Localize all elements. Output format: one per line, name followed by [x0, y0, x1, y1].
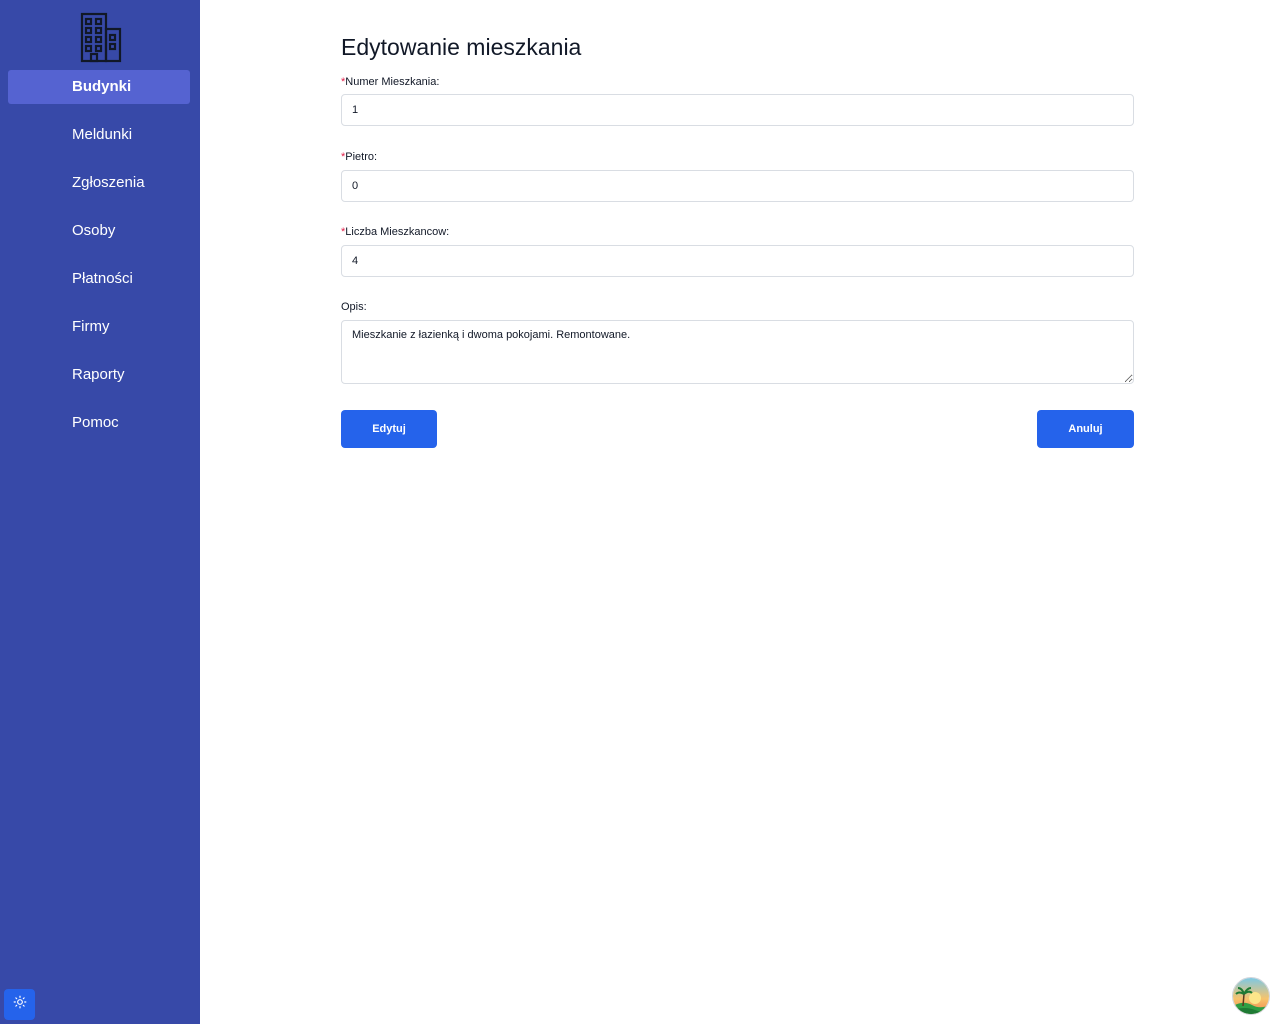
theme-toggle-button[interactable]: [4, 989, 35, 1020]
cancel-button[interactable]: Anuluj: [1037, 410, 1134, 448]
sidebar-item-firmy[interactable]: Firmy: [8, 310, 190, 344]
opis-label: Opis:: [341, 301, 367, 313]
sidebar-item-osoby[interactable]: Osoby: [8, 214, 190, 248]
sidebar-nav: Budynki Meldunki Zgłoszenia Osoby Płatno…: [8, 70, 190, 454]
building-icon[interactable]: [76, 11, 124, 63]
opis-textarea[interactable]: Mieszkanie z łazienką i dwoma pokojami. …: [341, 320, 1134, 384]
sidebar-item-budynki[interactable]: Budynki: [8, 70, 190, 104]
sidebar-item-meldunki[interactable]: Meldunki: [8, 118, 190, 152]
numer-mieszkania-input[interactable]: [341, 94, 1134, 126]
user-avatar-icon[interactable]: [1232, 977, 1270, 1015]
sidebar-item-platnosci[interactable]: Płatności: [8, 262, 190, 296]
pietro-input[interactable]: [341, 170, 1134, 202]
sidebar: Budynki Meldunki Zgłoszenia Osoby Płatno…: [0, 0, 200, 1024]
liczba-mieszkancow-label: *Liczba Mieszkancow:: [341, 226, 450, 238]
sidebar-item-pomoc[interactable]: Pomoc: [8, 406, 190, 440]
sidebar-item-zgloszenia[interactable]: Zgłoszenia: [8, 166, 190, 200]
numer-mieszkania-label: *Numer Mieszkania:: [341, 76, 440, 88]
pietro-label: *Pietro:: [341, 151, 378, 163]
sun-icon: [13, 995, 27, 1014]
edit-button[interactable]: Edytuj: [341, 410, 437, 448]
sidebar-item-raporty[interactable]: Raporty: [8, 358, 190, 392]
page-title: Edytowanie mieszkania: [341, 34, 582, 60]
liczba-mieszkancow-input[interactable]: [341, 245, 1134, 277]
